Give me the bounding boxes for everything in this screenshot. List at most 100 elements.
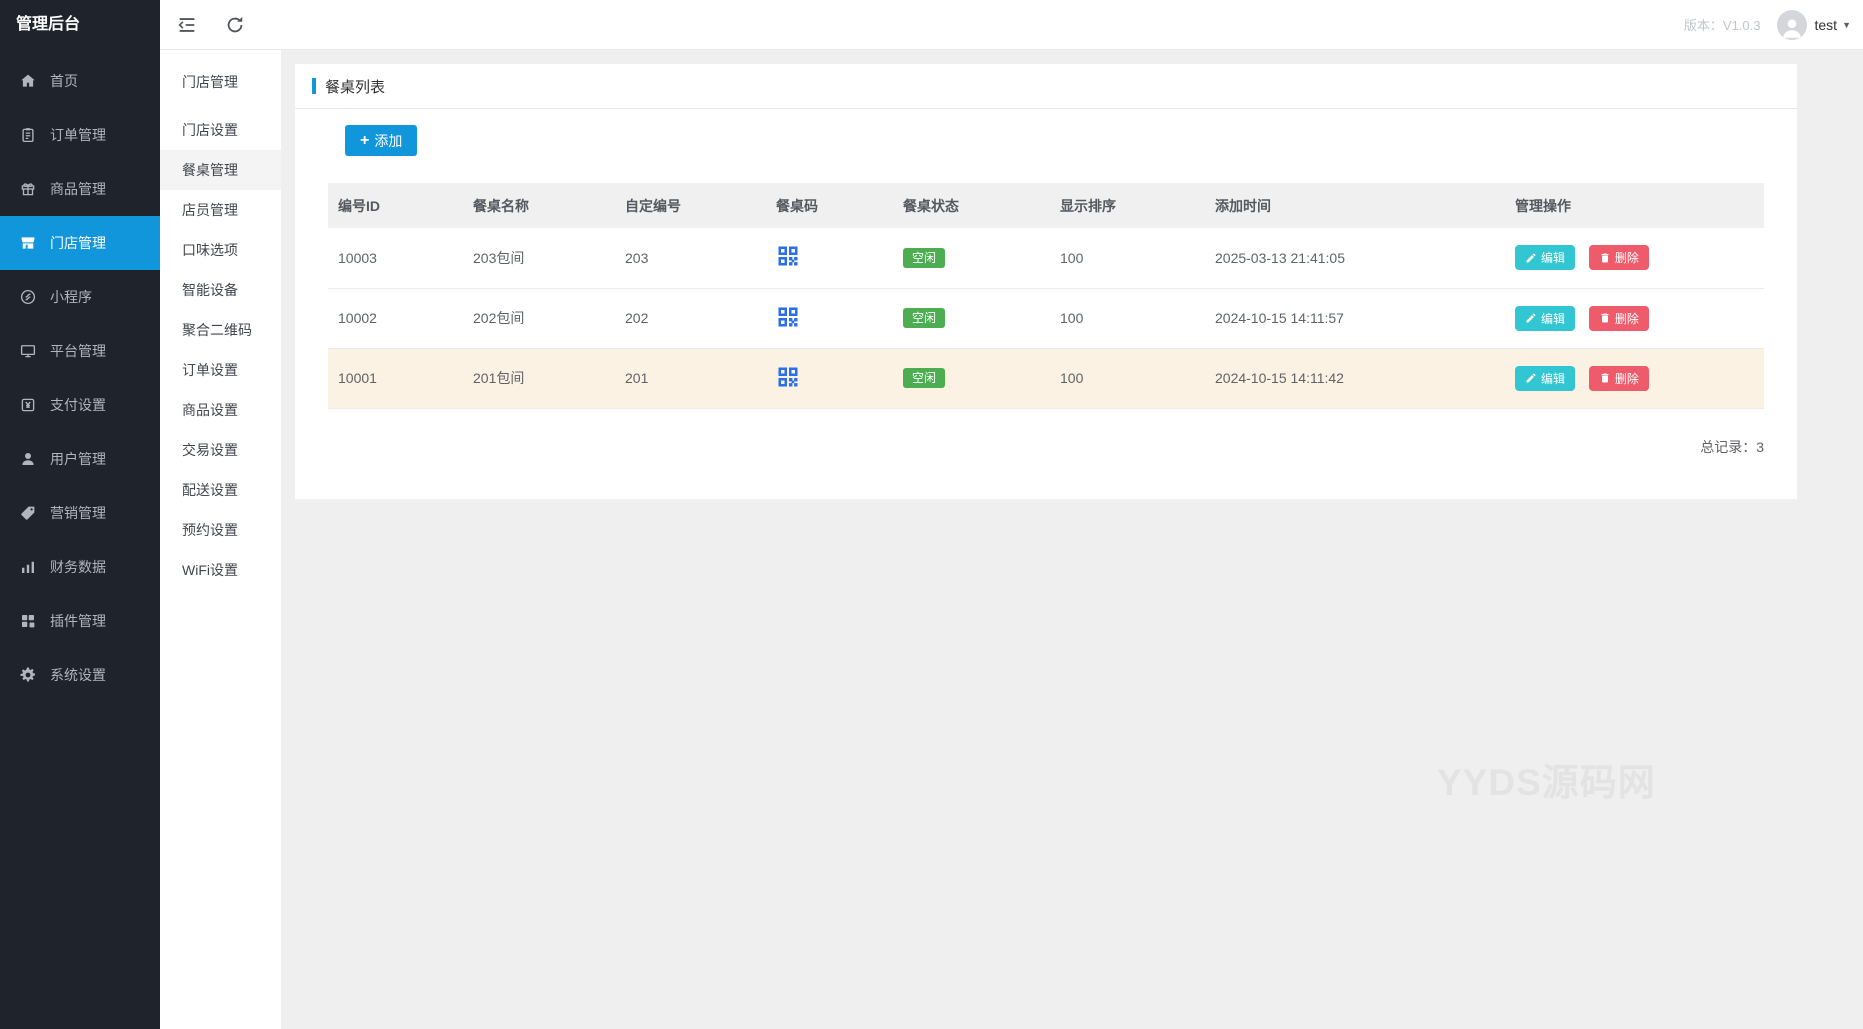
sidebar-item-platform[interactable]: 平台管理: [0, 324, 160, 378]
submenu-item-label: 配送设置: [182, 482, 238, 498]
refresh-icon[interactable]: [224, 14, 246, 36]
submenu-item-store-settings[interactable]: 门店设置: [160, 110, 281, 150]
miniprogram-icon: [19, 288, 37, 306]
status-badge: 空闲: [903, 308, 945, 328]
user-menu[interactable]: test ▼: [1815, 17, 1852, 33]
sidebar-item-label: 小程序: [50, 287, 92, 307]
cell-time: 2024-10-15 14:11:57: [1205, 288, 1505, 348]
sidebar-item-store[interactable]: 门店管理: [0, 216, 160, 270]
sidebar-item-label: 首页: [50, 71, 78, 91]
platform-icon: [19, 342, 37, 360]
sidebar-item-miniapp[interactable]: 小程序: [0, 270, 160, 324]
home-icon: [19, 72, 37, 90]
cell-code: 201: [615, 348, 766, 408]
submenu-item-aggregate-qrcode[interactable]: 聚合二维码: [160, 310, 281, 350]
qr-code-icon[interactable]: [776, 365, 800, 389]
cell-time: 2025-03-13 21:41:05: [1205, 228, 1505, 288]
column-header: 餐桌名称: [463, 183, 615, 228]
submenu-item-label: 门店设置: [182, 122, 238, 138]
sidebar-item-label: 商品管理: [50, 179, 106, 199]
cell-name: 202包间: [463, 288, 615, 348]
goods-icon: [19, 180, 37, 198]
sidebar-item-label: 营销管理: [50, 503, 106, 523]
collapse-menu-icon[interactable]: [176, 14, 198, 36]
plus-icon: +: [360, 133, 369, 149]
sidebar-item-finance[interactable]: 财务数据: [0, 540, 160, 594]
edit-button[interactable]: 编辑: [1515, 306, 1575, 331]
trash-icon: [1599, 252, 1611, 264]
column-header: 添加时间: [1205, 183, 1505, 228]
sidebar-item-plugins[interactable]: 插件管理: [0, 594, 160, 648]
sidebar-item-label: 支付设置: [50, 395, 106, 415]
delete-button[interactable]: 删除: [1589, 306, 1649, 331]
order-icon: [19, 126, 37, 144]
sidebar-item-payment[interactable]: 支付设置: [0, 378, 160, 432]
version-label: 版本：V1.0.3: [1684, 15, 1761, 34]
marketing-icon: [19, 504, 37, 522]
username: test: [1815, 17, 1838, 33]
submenu-header[interactable]: 门店管理: [160, 62, 281, 102]
submenu-item-label: 预约设置: [182, 522, 238, 538]
submenu-item-delivery-settings[interactable]: 配送设置: [160, 470, 281, 510]
tables-table: 编号ID 餐桌名称 自定编号 餐桌码 餐桌状态: [328, 183, 1764, 409]
submenu-item-trade-settings[interactable]: 交易设置: [160, 430, 281, 470]
sub-sidebar: 门店管理 门店设置 餐桌管理 店员管理 口味选项: [160, 50, 281, 1029]
sidebar-item-home[interactable]: 首页: [0, 54, 160, 108]
submenu-item-order-settings[interactable]: 订单设置: [160, 350, 281, 390]
sidebar-item-goods[interactable]: 商品管理: [0, 162, 160, 216]
column-header: 餐桌码: [766, 183, 893, 228]
submenu-item-label: 口味选项: [182, 242, 238, 258]
watermark: YYDS源码网: [1437, 752, 1656, 806]
trash-icon: [1599, 372, 1611, 384]
column-header: 自定编号: [615, 183, 766, 228]
app-title: 管理后台: [0, 0, 160, 50]
table-list-card: 餐桌列表 + 添加: [295, 64, 1797, 499]
submenu-item-label: 商品设置: [182, 402, 238, 418]
submenu-item-smart-devices[interactable]: 智能设备: [160, 270, 281, 310]
submenu-item-label: 聚合二维码: [182, 322, 252, 338]
edit-button[interactable]: 编辑: [1515, 366, 1575, 391]
sidebar-item-label: 订单管理: [50, 125, 106, 145]
table-row-0: 10003 203包间 203: [328, 228, 1764, 288]
submenu-item-label: 订单设置: [182, 362, 238, 378]
table-row-1: 10002 202包间 202: [328, 288, 1764, 348]
sidebar-item-settings[interactable]: 系统设置: [0, 648, 160, 702]
user-icon: [19, 450, 37, 468]
sidebar-item-orders[interactable]: 订单管理: [0, 108, 160, 162]
main-sidebar: 管理后台 首页 订单管理 商品管理 门店: [0, 0, 160, 1029]
qr-code-icon[interactable]: [776, 244, 800, 268]
submenu-item-taste-options[interactable]: 口味选项: [160, 230, 281, 270]
title-accent-bar: [312, 78, 316, 94]
sidebar-item-users[interactable]: 用户管理: [0, 432, 160, 486]
store-icon: [19, 234, 37, 252]
pencil-icon: [1525, 372, 1537, 384]
total-records-label: 总记录：3: [328, 437, 1764, 457]
column-header: 显示排序: [1050, 183, 1205, 228]
submenu-item-label: 店员管理: [182, 202, 238, 218]
topbar: 版本：V1.0.3 test ▼: [160, 0, 1863, 50]
submenu-item-staff-management[interactable]: 店员管理: [160, 190, 281, 230]
edit-button[interactable]: 编辑: [1515, 245, 1575, 270]
status-badge: 空闲: [903, 368, 945, 388]
delete-button[interactable]: 删除: [1589, 366, 1649, 391]
sidebar-item-label: 系统设置: [50, 665, 106, 685]
submenu-item-label: WiFi设置: [182, 562, 238, 578]
card-title-row: 餐桌列表: [295, 64, 1797, 109]
content-area: 餐桌列表 + 添加: [281, 50, 1863, 1029]
submenu-item-label: 餐桌管理: [182, 162, 238, 178]
submenu-item-table-management[interactable]: 餐桌管理: [160, 150, 281, 190]
submenu-item-label: 交易设置: [182, 442, 238, 458]
delete-button[interactable]: 删除: [1589, 245, 1649, 270]
trash-icon: [1599, 312, 1611, 324]
avatar[interactable]: [1777, 10, 1807, 40]
qr-code-icon[interactable]: [776, 305, 800, 329]
add-button[interactable]: + 添加: [345, 125, 417, 156]
main-nav: 首页 订单管理 商品管理 门店管理: [0, 50, 160, 702]
sidebar-item-label: 门店管理: [50, 233, 106, 253]
submenu-item-booking-settings[interactable]: 预约设置: [160, 510, 281, 550]
sidebar-item-marketing[interactable]: 营销管理: [0, 486, 160, 540]
submenu-item-goods-settings[interactable]: 商品设置: [160, 390, 281, 430]
submenu-item-wifi-settings[interactable]: WiFi设置: [160, 550, 281, 590]
page-title: 餐桌列表: [325, 76, 385, 97]
status-badge: 空闲: [903, 248, 945, 268]
